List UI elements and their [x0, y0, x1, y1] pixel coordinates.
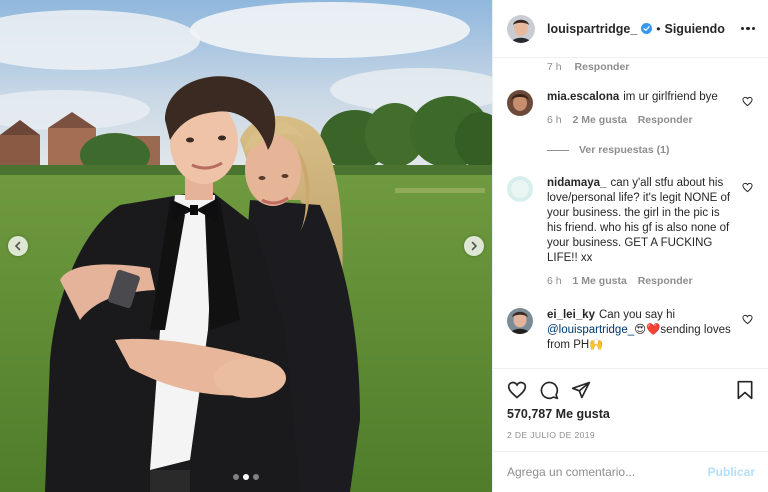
view-replies-button[interactable]: Ver respuestas (1): [547, 144, 669, 156]
post-actions: 570,787 Me gusta 2 DE JULIO DE 2019: [493, 368, 768, 440]
user-avatar-image: [507, 308, 533, 334]
comment-text: im ur girlfriend bye: [623, 91, 718, 103]
comment-body: nidamaya_ can y'all stfu about his love/p…: [547, 176, 733, 289]
comment-meta: 6 h 2 Me gusta Responder: [547, 113, 733, 128]
instagram-post: louispartridge_ • Siguiendo 7 h Responde…: [0, 0, 768, 492]
carousel-dot: [253, 474, 259, 480]
comments-list: 7 h Responder mia.escalona im ur girlfrie…: [493, 58, 768, 368]
comment-text: can y'all stfu about his love/personal l…: [547, 177, 731, 264]
avatar[interactable]: [507, 176, 533, 202]
publish-button[interactable]: Publicar: [708, 465, 755, 479]
heart-icon[interactable]: [507, 380, 527, 400]
comment-mention-link[interactable]: @louispartridge_: [547, 324, 634, 336]
comment-time: 6 h: [547, 114, 562, 126]
reply-button[interactable]: Responder: [638, 275, 693, 287]
post-author-username[interactable]: louispartridge_: [547, 22, 637, 36]
following-button[interactable]: Siguiendo: [665, 22, 725, 36]
comment-text: Can you say hi: [598, 309, 676, 321]
post-photo[interactable]: [0, 0, 492, 492]
post-header: louispartridge_ • Siguiendo: [493, 0, 768, 58]
previous-comment-meta: 7 h Responder: [547, 61, 629, 73]
comment-like-heart-icon[interactable]: [742, 96, 753, 107]
more-options-icon[interactable]: [740, 26, 755, 31]
add-comment-bar: Publicar: [493, 451, 768, 492]
chevron-left-icon: [14, 241, 21, 251]
next-slide-button[interactable]: [464, 236, 484, 256]
comment-item: ei_lei_ky Can you say hi @louispartridge_…: [507, 308, 757, 353]
chevron-right-icon: [471, 241, 478, 251]
carousel-indicators: [0, 474, 492, 480]
avatar[interactable]: [507, 90, 533, 116]
comment-like-heart-icon[interactable]: [742, 314, 753, 325]
save-icon[interactable]: [735, 380, 755, 400]
reply-button[interactable]: Responder: [575, 61, 630, 73]
carousel-dot-active: [243, 474, 249, 480]
avatar[interactable]: [507, 308, 533, 334]
comment-likes[interactable]: 1 Me gusta: [573, 275, 627, 287]
post-side-panel: louispartridge_ • Siguiendo 7 h Responde…: [492, 0, 768, 492]
carousel-dot: [233, 474, 239, 480]
comment-body: ei_lei_ky Can you say hi @louispartridge_…: [547, 308, 733, 353]
comment-likes[interactable]: 2 Me gusta: [573, 114, 627, 126]
replies-divider-line: [547, 149, 569, 151]
comment-username[interactable]: ei_lei_ky: [547, 309, 595, 321]
comment-item: mia.escalona im ur girlfriend bye 6 h 2 M…: [507, 90, 757, 128]
post-date: 2 DE JULIO DE 2019: [507, 430, 595, 440]
previous-slide-button[interactable]: [8, 236, 28, 256]
user-avatar-image: [507, 90, 533, 116]
comment-icon[interactable]: [539, 380, 559, 400]
comment-time: 6 h: [547, 275, 562, 287]
comment-time: 7 h: [547, 61, 562, 73]
verified-badge-icon: [641, 23, 653, 34]
comment-username[interactable]: nidamaya_: [547, 177, 606, 189]
comment-meta: 6 h 1 Me gusta Responder: [547, 274, 733, 289]
view-replies-label: Ver respuestas (1): [579, 144, 670, 156]
user-avatar-image: [507, 14, 535, 43]
photo-image: [0, 0, 492, 492]
user-avatar-image: [507, 176, 533, 202]
separator-dot: •: [656, 21, 661, 36]
comment-body: mia.escalona im ur girlfriend bye 6 h 2 M…: [547, 90, 733, 128]
action-icons-row: [507, 369, 755, 411]
comment-like-heart-icon[interactable]: [742, 182, 753, 193]
likes-count[interactable]: 570,787 Me gusta: [507, 407, 755, 421]
reply-button[interactable]: Responder: [638, 114, 693, 126]
share-icon[interactable]: [571, 380, 591, 400]
comment-input[interactable]: [507, 465, 708, 479]
avatar[interactable]: [507, 14, 535, 43]
comment-item: nidamaya_ can y'all stfu about his love/p…: [507, 176, 757, 289]
comment-username[interactable]: mia.escalona: [547, 91, 619, 103]
